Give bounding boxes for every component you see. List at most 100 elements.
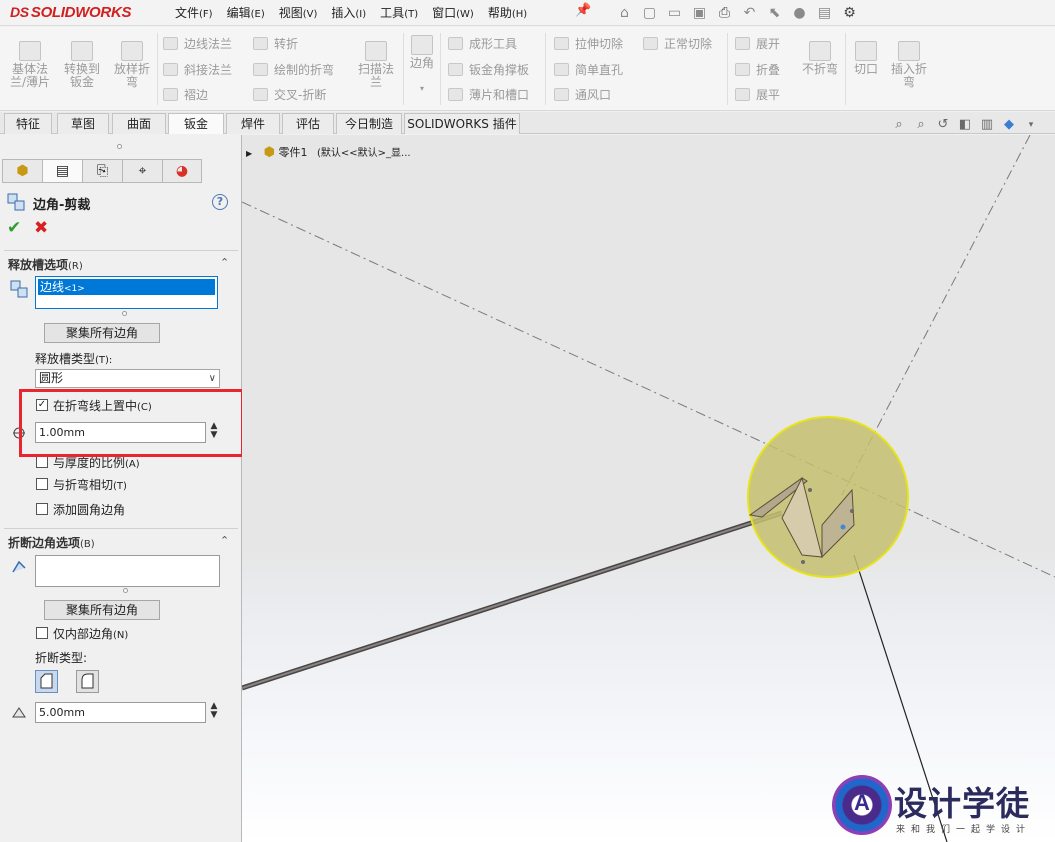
expand-arrow-icon[interactable]: ▶	[246, 149, 252, 158]
menu-view[interactable]: 视图(V)	[279, 4, 318, 21]
tab-mbd[interactable]: 今日制造	[336, 113, 402, 134]
tab-and-slot-button[interactable]: 薄片和槽口	[448, 87, 529, 103]
simple-hole-button[interactable]: 简单直孔	[554, 62, 623, 78]
relief-distance-input[interactable]: 1.00mm	[35, 422, 206, 443]
swept-flange-button[interactable]: 扫描法 兰	[352, 41, 400, 89]
cross-break-button[interactable]: 交叉-折断	[253, 87, 326, 103]
select-cursor-icon[interactable]: ⬉	[762, 2, 787, 24]
previous-view-icon[interactable]: ↺	[932, 116, 954, 134]
undo-icon[interactable]: ↶	[737, 2, 762, 24]
break-type-fillet-button[interactable]	[76, 670, 99, 693]
lofted-bend-button[interactable]: 放样折 弯	[108, 41, 156, 89]
centered-on-bend-checkbox[interactable]: ✓	[36, 399, 48, 411]
tangent-to-bend-checkbox[interactable]	[36, 478, 48, 490]
fillet-icon	[81, 673, 94, 689]
tab-evaluate[interactable]: 评估	[282, 113, 334, 134]
cancel-x-icon[interactable]: ✖	[34, 218, 48, 238]
dynamic-annotation-icon[interactable]: ▥	[976, 116, 998, 134]
display-style-dropdown-icon[interactable]: ▾	[1020, 116, 1042, 134]
print-icon[interactable]: ⎙	[712, 2, 737, 24]
internal-corners-only-checkbox[interactable]	[36, 627, 48, 639]
break-type-chamfer-button[interactable]	[35, 670, 58, 693]
flatten-button[interactable]: 展平	[735, 87, 780, 103]
relief-collapse-chevron-icon[interactable]: ⌃	[220, 256, 229, 269]
display-manager-tab[interactable]: ◕	[162, 159, 202, 183]
watermark: A 设计学徒 来和我们一起学设计	[832, 775, 1042, 837]
add-fillet-corners-label: 添加圆角边角	[53, 503, 126, 517]
base-flange-button[interactable]: 基体法 兰/薄片	[4, 41, 56, 89]
break-listbox-resize-handle[interactable]	[123, 588, 128, 593]
gear-icon[interactable]: ⚙	[837, 2, 862, 24]
help-icon[interactable]: ?	[212, 194, 228, 210]
solidworks-logo[interactable]: DS SOLIDWORKS	[10, 4, 132, 21]
break-collapse-chevron-icon[interactable]: ⌃	[220, 534, 229, 547]
zoom-area-icon[interactable]: ⌕	[910, 116, 932, 134]
fold-button[interactable]: 折叠	[735, 62, 780, 78]
relief-type-select[interactable]: 圆形 ∨	[35, 369, 220, 388]
extruded-cut-button[interactable]: 拉伸切除	[554, 36, 623, 52]
relief-distance-spinner[interactable]: ▲ ▼	[209, 422, 219, 440]
break-collect-all-corners-button[interactable]: 聚集所有边角	[44, 600, 160, 620]
sketched-bend-button[interactable]: 绘制的折弯	[253, 62, 334, 78]
jog-button[interactable]: 转折	[253, 36, 298, 52]
break-distance-input[interactable]: 5.00mm	[35, 702, 206, 723]
file-properties-icon[interactable]: ▤	[812, 2, 837, 24]
panel-splitter[interactable]	[117, 144, 122, 149]
tab-sheet-metal[interactable]: 钣金	[168, 113, 224, 134]
save-icon[interactable]: ▣	[687, 2, 712, 24]
corner-edges-listbox[interactable]: 边线<1>	[35, 276, 218, 309]
miter-flange-button[interactable]: 斜接法兰	[163, 62, 232, 78]
insert-bends-button[interactable]: 插入折 弯	[884, 41, 934, 89]
relief-options-header[interactable]: 释放槽选项(R)	[8, 256, 83, 273]
tab-weldments[interactable]: 焊件	[226, 113, 280, 134]
menu-edit[interactable]: 编辑(E)	[227, 4, 265, 21]
tab-surfaces[interactable]: 曲面	[112, 113, 166, 134]
corner-dropdown-icon[interactable]: ▾	[406, 82, 438, 95]
section-view-icon[interactable]: ◧	[954, 116, 976, 134]
tab-sketch[interactable]: 草图	[57, 113, 109, 134]
home-icon[interactable]: ⌂	[612, 2, 637, 24]
menu-help[interactable]: 帮助(H)	[488, 4, 527, 21]
menu-window[interactable]: 窗口(W)	[432, 4, 474, 21]
add-fillet-corners-checkbox[interactable]	[36, 503, 48, 515]
collect-all-corners-button[interactable]: 聚集所有边角	[44, 323, 160, 343]
view-orientation-icon[interactable]: ◆	[998, 116, 1020, 134]
break-corner-options-header[interactable]: 折断边角选项(B)	[8, 534, 95, 551]
zoom-to-fit-icon[interactable]: ⌕	[888, 116, 910, 134]
sheet-metal-gusset-button[interactable]: 钣金角撑板	[448, 62, 529, 78]
tab-features[interactable]: 特征	[4, 113, 52, 134]
menu-file[interactable]: 文件(F)	[175, 4, 213, 21]
menu-insert[interactable]: 插入(I)	[331, 4, 366, 21]
selected-edge-item[interactable]: 边线<1>	[38, 279, 215, 295]
dimxpert-manager-tab[interactable]: ⌖	[122, 159, 162, 183]
no-bends-button[interactable]: 不折弯	[797, 41, 843, 76]
feature-manager-tab[interactable]: ⬢	[2, 159, 42, 183]
ok-checkmark-icon[interactable]: ✔	[7, 218, 21, 238]
property-manager-tab[interactable]: ▤	[42, 159, 82, 183]
break-distance-spinner[interactable]: ▲ ▼	[209, 702, 219, 720]
graphics-area[interactable]	[242, 135, 1055, 842]
new-document-icon[interactable]: ▢	[637, 2, 662, 24]
crosshair-icon: ⌖	[138, 163, 147, 179]
edge-flange-icon	[163, 37, 178, 50]
ratio-to-thickness-checkbox[interactable]	[36, 456, 48, 468]
menu-tools[interactable]: 工具(T)	[380, 4, 418, 21]
rip-button[interactable]: 切口	[848, 41, 884, 76]
configuration-manager-tab[interactable]: ⎘	[82, 159, 122, 183]
unfold-button[interactable]: 展开	[735, 36, 780, 52]
corner-button[interactable]: 边角 ▾	[406, 35, 438, 95]
edge-flange-button[interactable]: 边线法兰	[163, 36, 232, 52]
rip-icon	[855, 41, 877, 61]
open-folder-icon[interactable]: ▭	[662, 2, 687, 24]
break-edges-listbox[interactable]	[35, 555, 220, 587]
convert-to-sheet-button[interactable]: 转换到 钣金	[56, 41, 108, 89]
rebuild-icon[interactable]: ●	[787, 2, 812, 24]
feature-tree-flyout[interactable]: ▶ ⬢ 零件1 (默认<<默认>_显...	[246, 144, 411, 160]
vent-button[interactable]: 通风口	[554, 87, 611, 103]
tab-solidworks-addins[interactable]: SOLIDWORKS 插件	[404, 113, 520, 134]
listbox-resize-handle[interactable]	[122, 311, 127, 316]
normal-cut-button[interactable]: 正常切除	[643, 36, 712, 52]
hem-button[interactable]: 褶边	[163, 87, 208, 103]
pin-icon[interactable]: 📌	[575, 3, 591, 18]
forming-tool-button[interactable]: 成形工具	[448, 36, 517, 52]
